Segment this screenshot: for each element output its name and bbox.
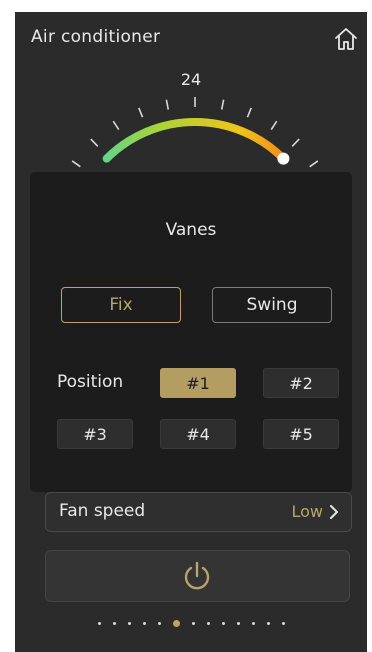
page-dot[interactable] xyxy=(251,622,255,625)
dialog-title: Vanes xyxy=(165,220,217,240)
page-dot[interactable] xyxy=(172,620,180,627)
setpoint-value: 24 xyxy=(180,70,202,89)
fan-speed-row[interactable]: Fan speed Low xyxy=(45,492,352,532)
page-dot[interactable] xyxy=(157,622,161,625)
page-dot[interactable] xyxy=(97,622,101,625)
gauge-tick xyxy=(291,138,300,147)
page-indicator[interactable] xyxy=(15,620,367,627)
page-dot[interactable] xyxy=(191,622,195,625)
position-4-button[interactable]: #4 xyxy=(160,419,236,449)
position-3-button[interactable]: #3 xyxy=(57,419,133,449)
gauge-tick xyxy=(138,107,144,118)
fan-speed-label: Fan speed xyxy=(59,501,146,521)
page-dot[interactable] xyxy=(142,622,146,625)
chevron-right-icon xyxy=(330,505,338,519)
gauge-tick xyxy=(309,160,319,168)
gauge-tick xyxy=(246,107,252,118)
power-button[interactable] xyxy=(45,550,350,602)
position-2-button[interactable]: #2 xyxy=(263,368,339,398)
gauge-knob xyxy=(277,152,290,165)
swing-button[interactable]: Swing xyxy=(212,287,332,323)
page-dot[interactable] xyxy=(221,622,225,625)
page-dot[interactable] xyxy=(236,622,240,625)
gauge-tick xyxy=(112,120,120,131)
page-dot[interactable] xyxy=(127,622,131,625)
page-dot[interactable] xyxy=(112,622,116,625)
vanes-dialog: Vanes Fix Swing Position #1 #2 #3 #4 #5 xyxy=(30,172,352,492)
page-dot[interactable] xyxy=(266,622,270,625)
gauge-tick xyxy=(220,99,225,110)
gauge-arc xyxy=(102,118,288,163)
gauge-tick xyxy=(165,99,170,110)
fix-button[interactable]: Fix xyxy=(61,287,181,323)
fan-speed-value: Low xyxy=(291,502,323,521)
position-5-button[interactable]: #5 xyxy=(263,419,339,449)
power-icon xyxy=(184,561,210,590)
gauge-tick xyxy=(90,138,99,147)
gauge-tick xyxy=(71,160,81,168)
position-1-button[interactable]: #1 xyxy=(160,368,236,398)
position-label: Position xyxy=(57,372,124,392)
gauge-tick xyxy=(270,120,278,131)
page-dot[interactable] xyxy=(206,622,210,625)
page-dot[interactable] xyxy=(281,622,285,625)
ac-screen: Air conditioner 24 Fan speed Low Vanes F… xyxy=(15,12,367,652)
